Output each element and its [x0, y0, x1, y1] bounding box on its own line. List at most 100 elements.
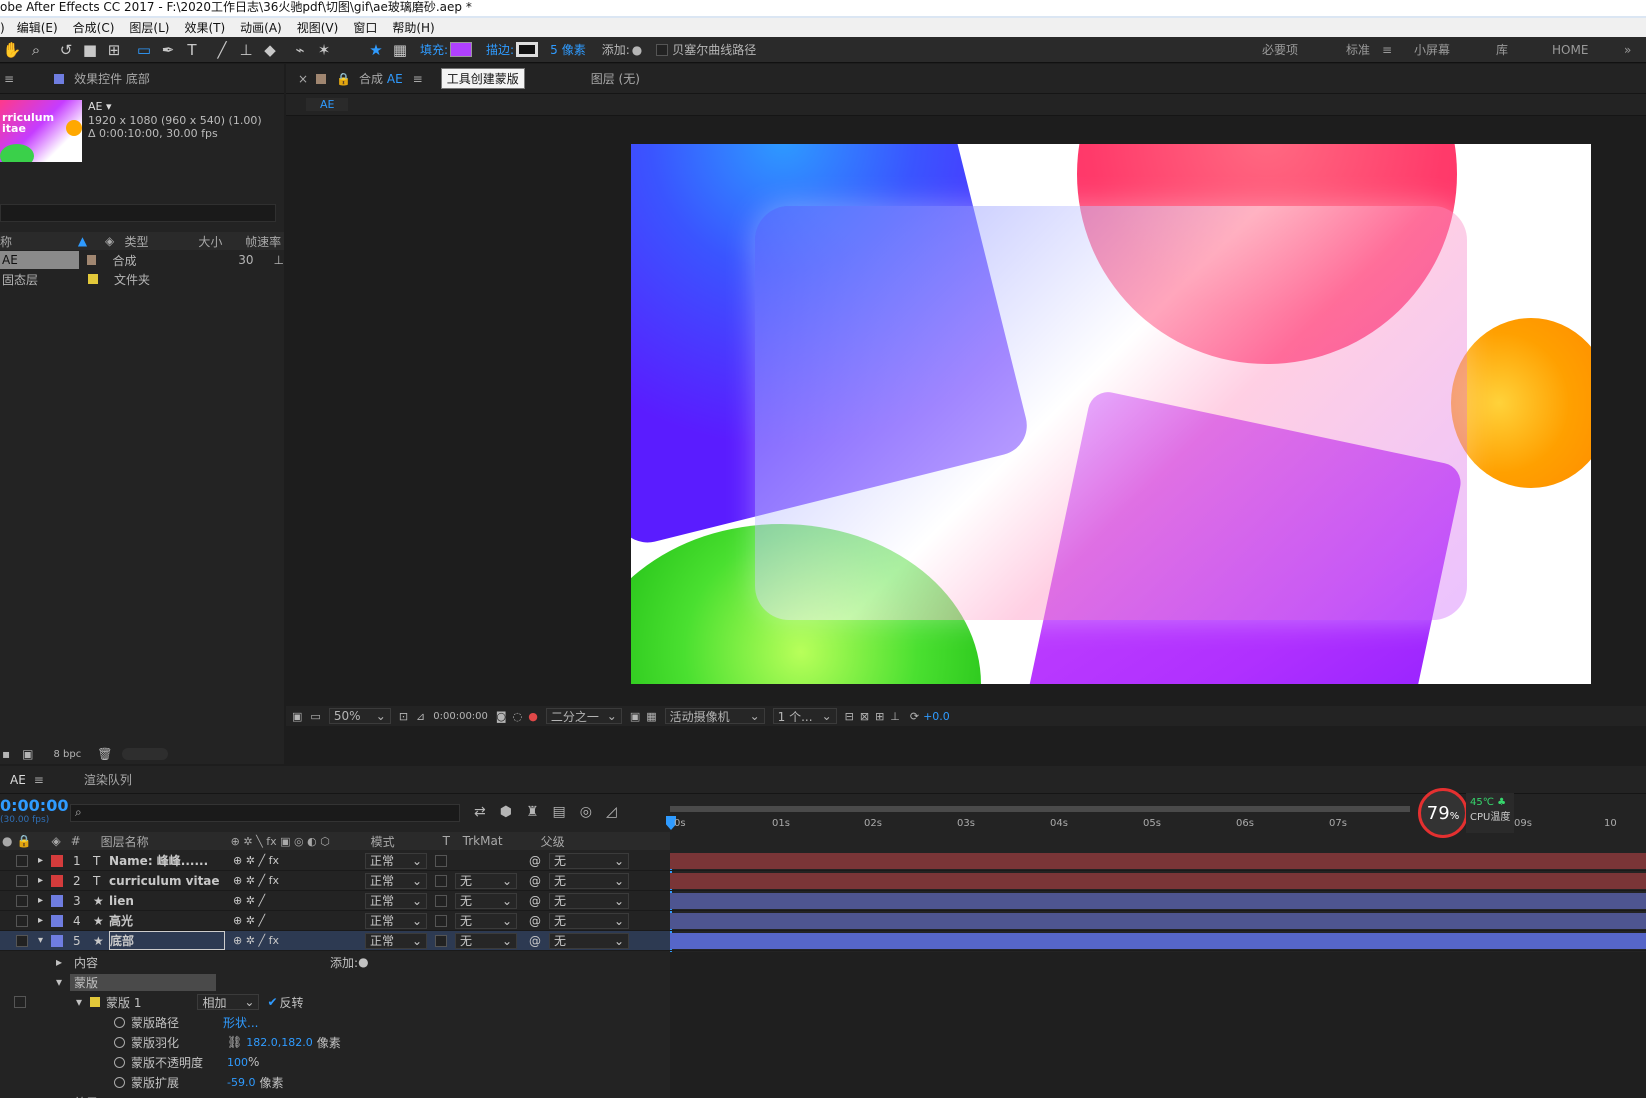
current-time[interactable]: 0:00:00:00 [433, 711, 488, 722]
zoom-tool-icon[interactable]: ⌕ [24, 41, 48, 59]
layer-name[interactable]: 高光 [109, 912, 225, 929]
effects-controls-tab[interactable]: 效果控件 底部 [74, 70, 150, 87]
mode-dropdown[interactable]: 正常 ⌄ [365, 892, 428, 909]
menu-lead[interactable]: ) [0, 21, 5, 35]
show-snapshot-icon[interactable]: ◌ [513, 710, 523, 723]
col-parent[interactable]: 父级 [541, 833, 565, 850]
solo-box[interactable] [16, 934, 28, 947]
expand-arrow-icon[interactable]: ▸ [38, 855, 43, 866]
comp-panel-menu-icon[interactable]: ≡ [413, 72, 423, 86]
zoom-dropdown[interactable]: 50% ⌄ [328, 708, 391, 724]
layer-duration-bar[interactable] [670, 932, 1646, 949]
expand-arrow-icon[interactable]: ▸ [38, 915, 43, 926]
stopwatch-icon[interactable] [114, 1036, 125, 1048]
mask-visibility-box[interactable] [14, 996, 26, 1008]
expand-arrow-icon[interactable]: ▾ [38, 935, 43, 946]
col-layer-name[interactable]: 图层名称 [101, 833, 231, 850]
reset-exposure-icon[interactable]: ⟳ [910, 710, 919, 723]
pen-tool-icon[interactable]: ✒ [156, 41, 180, 59]
invert-check-icon[interactable]: ✔ [267, 995, 277, 1009]
camera-tool-icon[interactable]: ■ [78, 41, 102, 59]
puppet-tool-icon[interactable]: ✶ [312, 41, 336, 59]
menu-effect[interactable]: 效果(T) [184, 19, 225, 36]
col-size[interactable]: 大小 [198, 233, 245, 250]
flowchart-icon[interactable]: ⊥ [890, 710, 900, 723]
layer-switches[interactable]: ⊕ ✲ ╱ [225, 894, 365, 907]
masks-group[interactable]: 蒙版 [70, 973, 217, 991]
mode-dropdown[interactable]: 正常 ⌄ [365, 852, 428, 869]
roto-brush-tool-icon[interactable]: ⌁ [288, 41, 312, 59]
menu-animation[interactable]: 动画(A) [240, 19, 282, 36]
fast-preview-icon[interactable]: ⊠ [860, 710, 869, 723]
layer-duration-bar[interactable] [670, 852, 1646, 869]
frame-blending-icon[interactable]: ▤ [553, 804, 566, 820]
new-folder-icon[interactable]: ▣ [22, 747, 33, 761]
layer-row[interactable]: ▸ 3 ★ lien ⊕ ✲ ╱ 正常 ⌄ 无 ⌄ @ 无 ⌄ [0, 891, 670, 911]
star-shape-icon[interactable]: ★ [364, 41, 388, 59]
menu-composition[interactable]: 合成(C) [73, 19, 115, 36]
menu-view[interactable]: 视图(V) [297, 19, 339, 36]
composition-tab[interactable]: 合成 AE [359, 70, 403, 87]
col-fps[interactable]: 帧速率 [245, 233, 284, 250]
menu-edit[interactable]: 编辑(E) [17, 19, 58, 36]
work-area-bar[interactable] [670, 806, 1410, 812]
exposure-value[interactable]: +0.0 [923, 710, 950, 723]
rectangle-tool-icon[interactable]: ▭ [132, 41, 156, 59]
layer-name[interactable]: Name: 峰峰...... [109, 852, 225, 869]
effects-group[interactable]: 效果 [74, 1094, 98, 1098]
add-dropdown-icon[interactable]: ● [632, 43, 642, 57]
stroke-color-swatch[interactable] [516, 42, 539, 57]
timecode[interactable]: 0:00:00 [0, 796, 68, 815]
preserve-transparency-box[interactable] [435, 934, 448, 947]
mode-dropdown[interactable]: 正常 ⌄ [365, 912, 428, 929]
pickwhip-icon[interactable]: @ [529, 914, 541, 928]
eraser-tool-icon[interactable]: ◆ [258, 41, 282, 59]
mask-path-value[interactable]: 形状... [223, 1014, 258, 1031]
col-name[interactable]: 称 [0, 233, 78, 250]
mode-dropdown[interactable]: 正常 ⌄ [365, 932, 428, 949]
col-trkmat[interactable]: TrkMat [463, 834, 541, 848]
mask-mode-dropdown[interactable]: 相加 ⌄ [197, 994, 260, 1010]
solo-box[interactable] [16, 854, 28, 867]
close-tab-icon[interactable]: × [298, 72, 308, 86]
workspace-home[interactable]: HOME [1552, 43, 1588, 57]
rotate-tool-icon[interactable]: ↺ [54, 41, 78, 59]
layer-switches[interactable]: ⊕ ✲ ╱ fx [225, 874, 365, 887]
layer-name[interactable]: curriculum vitae [109, 874, 225, 888]
resolution-dropdown[interactable]: 二分之一 ⌄ [545, 708, 622, 724]
layer-switches[interactable]: ⊕ ✲ ╱ [225, 914, 365, 927]
project-item[interactable]: AE 合成 30 ⊥ [0, 251, 284, 269]
stopwatch-icon[interactable] [114, 1076, 125, 1088]
layer-duration-bar[interactable] [670, 872, 1646, 889]
collapse-arrow-icon[interactable]: ▾ [76, 995, 82, 1009]
monitor-icon[interactable]: ▭ [310, 710, 320, 723]
col-num[interactable]: # [71, 834, 101, 848]
solo-box[interactable] [16, 914, 28, 927]
pickwhip-icon[interactable]: @ [529, 874, 541, 888]
pickwhip-icon[interactable]: @ [529, 854, 541, 868]
menu-window[interactable]: 窗口 [353, 19, 377, 36]
draft-3d-icon[interactable]: ⬢ [500, 804, 512, 820]
transparency-grid-icon[interactable]: ▦ [646, 710, 656, 723]
expand-arrow-icon[interactable]: ▸ [38, 875, 43, 886]
timeline-tab[interactable]: AE [10, 773, 26, 787]
property-keyframe-area[interactable] [670, 952, 1646, 1098]
shy-layers-icon[interactable]: ♜ [526, 804, 539, 820]
layer-switches[interactable]: ⊕ ✲ ╱ fx [225, 934, 365, 947]
stroke-width-value[interactable]: 5 [550, 43, 558, 57]
visibility-col-icon[interactable]: ● [2, 834, 12, 848]
mode-dropdown[interactable]: 正常 ⌄ [365, 872, 428, 889]
mask-expansion-value[interactable]: -59.0 [227, 1076, 255, 1089]
col-type[interactable]: 类型 [125, 233, 199, 250]
trash-icon[interactable]: 🗑 [97, 747, 112, 761]
preserve-transparency-box[interactable] [435, 854, 448, 867]
render-queue-tab[interactable]: 渲染队列 [84, 771, 132, 788]
timeline-menu-icon[interactable]: ≡ [34, 773, 44, 787]
lock-icon[interactable]: 🔒 [336, 72, 351, 86]
thumbnail-slider[interactable] [122, 748, 169, 760]
timeline-icon[interactable]: ⊞ [875, 710, 884, 723]
add-content-icon[interactable]: ● [358, 955, 368, 969]
motion-blur-icon[interactable]: ◎ [580, 804, 592, 820]
hand-tool-icon[interactable]: ✋ [0, 41, 24, 59]
flowchart-icon[interactable]: ⊥ [274, 253, 284, 267]
